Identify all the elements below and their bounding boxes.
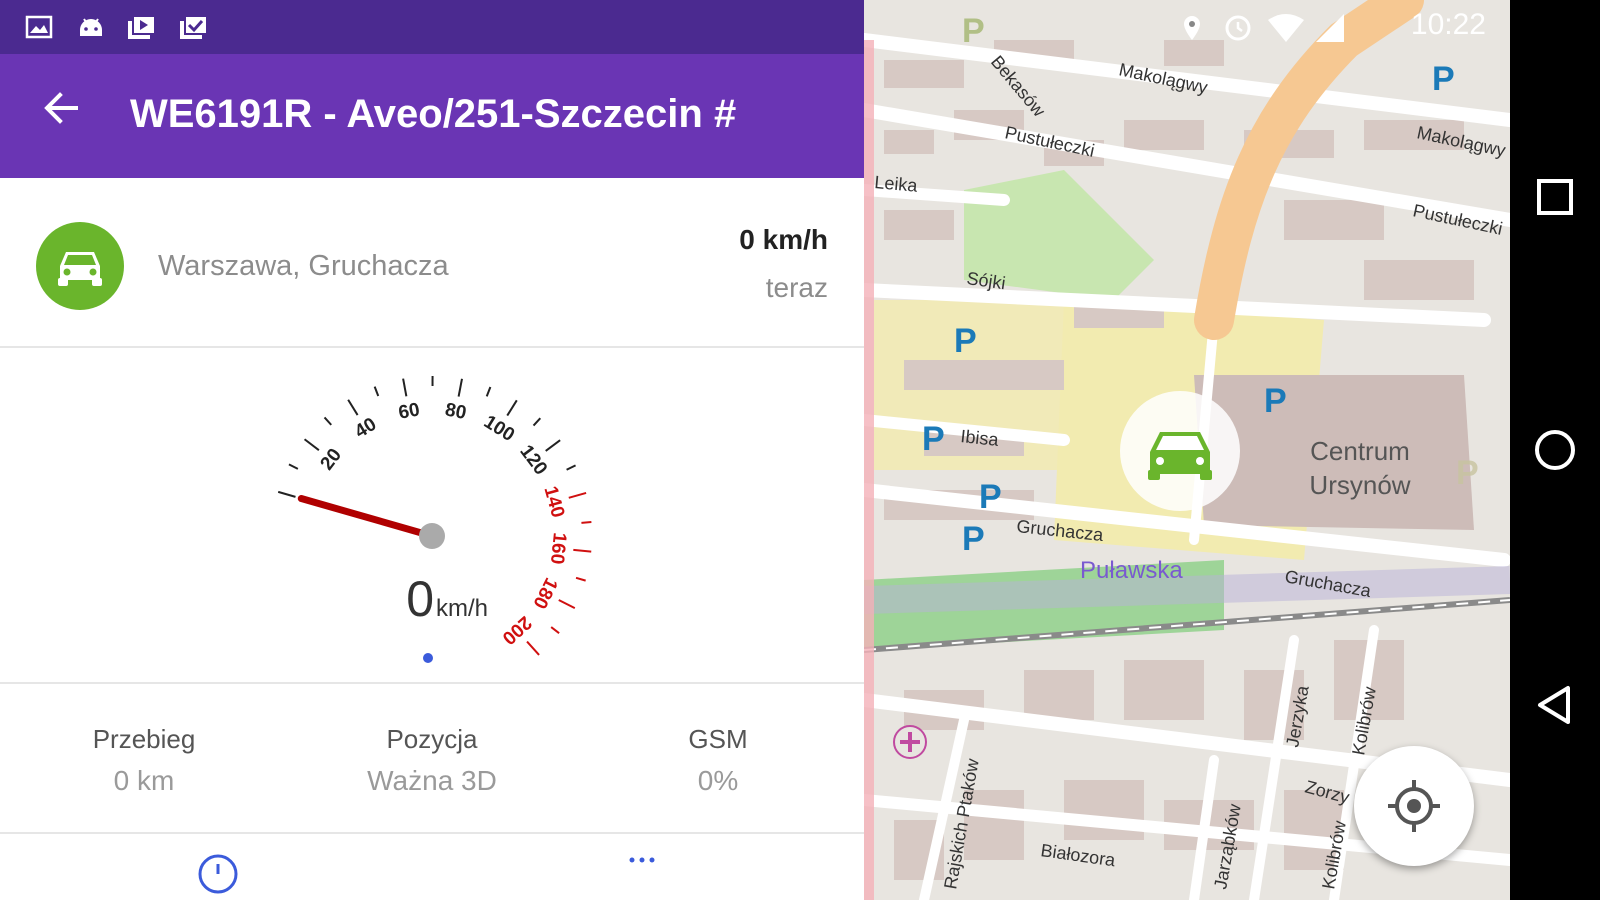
map-street-label: Leika [874,172,920,196]
stat-mileage: Przebieg 0 km [14,724,274,797]
stat-gsm: GSM 0% [588,724,848,797]
map-parking-5: P [1264,382,1287,420]
vehicle-address: Warszawa, Gruchacza [158,250,449,282]
gauge-tick [532,417,542,427]
speedometer-unit: km/h [436,595,488,622]
gauge-tick [545,439,561,452]
map-parking-2: P [922,420,945,458]
my-location-button[interactable] [1354,746,1474,866]
gauge-tick-label: 60 [397,399,422,423]
stats-row: Przebieg 0 km Pozycja Ważna 3D GSM 0% [0,684,864,834]
map-poi-title-1: Centrum [1310,436,1410,466]
gauge-tick-label: 40 [351,414,380,443]
gauge-tick [581,521,592,524]
page-indicator-dot [423,653,433,663]
speedometer-card[interactable]: 20 40 60 80 100 120 140 160 180 200 0 km/h [0,346,864,684]
map-view[interactable]: P P P P P P P P Makolągwy Bekasów Pustuł… [864,0,1510,900]
wifi-icon [1268,14,1304,42]
vehicle-title: WE6191R - Aveo/251-Szczecin # [130,92,737,136]
gauge-tick [373,386,380,397]
vehicle-detail-panel: WE6191R - Aveo/251-Szczecin # Warszawa, … [0,0,864,900]
gauge-tick-label: 100 [480,411,518,446]
map-parking-1: P [954,322,977,360]
map-parking-7: P [962,12,985,50]
gauge-tick [288,463,299,470]
gauge-tick [550,626,560,634]
car-avatar [36,222,124,310]
gauge-tick [402,378,408,397]
map-poi-title-2: Ursynów [1309,470,1410,500]
check-library-icon [180,15,208,39]
stat-position: Pozycja Ważna 3D [302,724,562,797]
speedometer-gauge: 204060 80 100120140160180200 0 km/h [277,375,592,663]
map-parking-8: P [1456,454,1479,492]
car-icon [58,252,102,286]
gauge-tick [457,378,463,397]
map-pulawska-road [864,566,1510,614]
status-bar [0,0,864,54]
history-icon[interactable] [196,852,240,896]
my-location-icon [1388,780,1440,832]
gauge-tick [526,640,540,656]
stat-position-label: Pozycja [386,724,478,754]
gauge-tick [506,399,518,417]
vehicle-speed: 0 km/h [739,224,828,255]
photo-library-icon [128,15,156,39]
recent-apps-icon[interactable] [1530,172,1580,222]
signal-icon [1316,14,1344,42]
stat-mileage-value: 0 km [113,765,175,796]
location-icon [1184,16,1200,40]
stat-gsm-value: 0% [697,765,739,796]
gauge-tick-label: 120 [515,441,551,479]
speedometer-hub [419,523,445,549]
vehicle-last-update: teraz [765,272,828,303]
map-parking-4: P [962,520,985,558]
gauge-tick [323,416,332,426]
stat-mileage-label: Przebieg [92,724,196,754]
gauge-tick-label: 160 [546,532,570,566]
stat-position-value: Ważna 3D [367,765,497,796]
gauge-tick [566,464,577,471]
arrow-back-icon[interactable] [36,82,88,134]
map-parking-6: P [1432,60,1455,98]
vehicle-summary-row[interactable]: Warszawa, Gruchacza 0 km/h teraz [0,178,864,348]
gauge-tick [573,548,592,553]
status-time: 10:22 [1410,8,1486,41]
home-icon[interactable] [1530,425,1580,475]
bottom-actions [0,834,864,900]
gauge-tick-label: 200 [498,612,536,649]
map-parking-3: P [979,478,1002,516]
more-icon[interactable] [620,852,664,896]
gauge-tick-label: 80 [443,399,468,424]
gauge-tick [568,492,587,499]
stat-gsm-label: GSM [688,724,748,754]
gauge-tick [485,386,492,397]
android-icon [80,18,102,36]
gauge-tick [575,576,586,582]
speedometer-value: 0 [406,571,434,627]
vehicle-map-marker[interactable] [1120,391,1240,511]
back-icon[interactable] [1530,680,1580,730]
gauge-tick [277,490,296,498]
status-icons [1184,14,1344,42]
status-bar-right: 10:22 [1184,8,1486,42]
gauge-tick [558,599,576,610]
app-bar: WE6191R - Aveo/251-Szczecin # [0,54,864,178]
map-street-label: Puławska [1080,557,1183,584]
gauge-tick [303,438,320,451]
map-street-label: Ibisa [960,426,1001,450]
image-icon [25,15,53,39]
gauge-tick-label: 140 [539,484,568,520]
gauge-tick-label: 180 [528,574,561,612]
system-nav-bar [1510,0,1600,900]
gauge-tick [347,399,359,416]
speedometer-needle [297,495,436,540]
car-icon [1148,432,1212,480]
gauge-tick-label: 20 [316,445,346,475]
